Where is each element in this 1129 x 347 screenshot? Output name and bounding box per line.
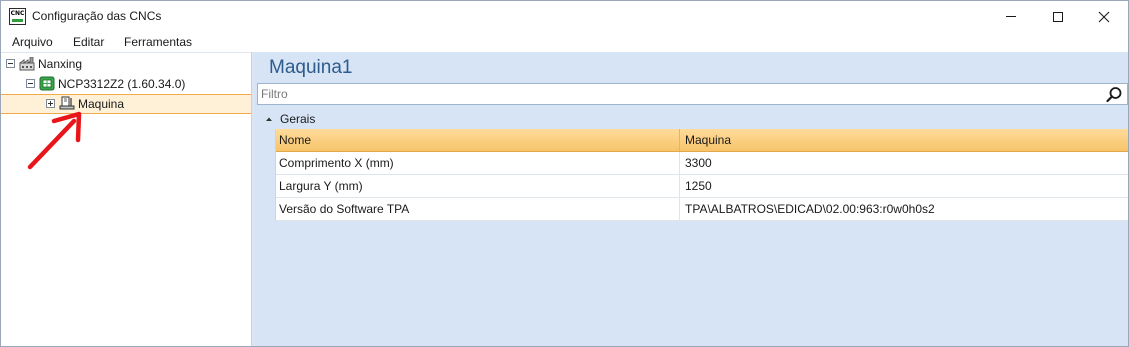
property-name: Largura Y (mm) [276,175,680,197]
properties-panel: Maquina1 Gerais Nome Maquina Comprimento… [255,52,1128,346]
close-icon [1098,11,1110,22]
menu-bar: Arquivo Editar Ferramentas [1,32,1128,52]
maximize-button[interactable] [1035,1,1081,32]
minimize-button[interactable] [988,1,1034,32]
column-header-nome[interactable]: Nome [276,129,680,151]
group-header-gerais[interactable]: Gerais [257,109,1128,128]
cnc-app-icon: CNC [9,8,26,25]
app-window: CNC Configuração das CNCs Arquivo Editar… [0,0,1129,347]
maximize-icon [1053,11,1063,22]
chevron-up-icon[interactable] [264,114,274,124]
property-value[interactable]: 3300 [680,152,1128,174]
table-row[interactable]: Largura Y (mm) 1250 [276,175,1128,198]
search-icon[interactable] [1106,86,1123,103]
factory-icon [19,56,35,70]
column-header-maquina[interactable]: Maquina [680,129,1128,151]
close-button[interactable] [1081,1,1127,32]
menu-ferramentas[interactable]: Ferramentas [124,35,192,49]
property-name: Versão do Software TPA [276,198,680,220]
menu-editar[interactable]: Editar [73,35,104,49]
page-title: Maquina1 [269,57,353,78]
tree-node-label: Nanxing [38,56,83,71]
red-arrow-annotation [27,111,82,170]
table-row[interactable]: Versão do Software TPA TPA\ALBATROS\EDIC… [276,198,1128,221]
grid-header: Nome Maquina [276,129,1128,152]
table-row[interactable]: Comprimento X (mm) 3300 [276,152,1128,175]
collapse-icon[interactable] [26,79,35,88]
minimize-icon [1006,16,1016,17]
filter-input[interactable] [261,86,1081,102]
menu-arquivo[interactable]: Arquivo [12,35,53,49]
filter-field[interactable] [257,83,1128,105]
tree-node-label: NCP3312Z2 (1.60.34.0) [58,76,186,91]
title-bar: CNC Configuração das CNCs [1,1,1128,32]
collapse-icon[interactable] [6,59,15,68]
property-value[interactable]: 1250 [680,175,1128,197]
tree-node-nanxing[interactable]: Nanxing [6,54,82,73]
property-value[interactable]: TPA\ALBATROS\EDICAD\02.00:963:r0w0h0s2 [680,198,1128,220]
tree-node-controller[interactable]: NCP3312Z2 (1.60.34.0) [26,74,185,93]
group-label: Gerais [280,111,316,126]
cnc-controller-icon [39,76,55,91]
property-name: Comprimento X (mm) [276,152,680,174]
property-grid: Nome Maquina Comprimento X (mm) 3300 Lar… [275,129,1128,221]
window-title: Configuração das CNCs [32,9,162,23]
